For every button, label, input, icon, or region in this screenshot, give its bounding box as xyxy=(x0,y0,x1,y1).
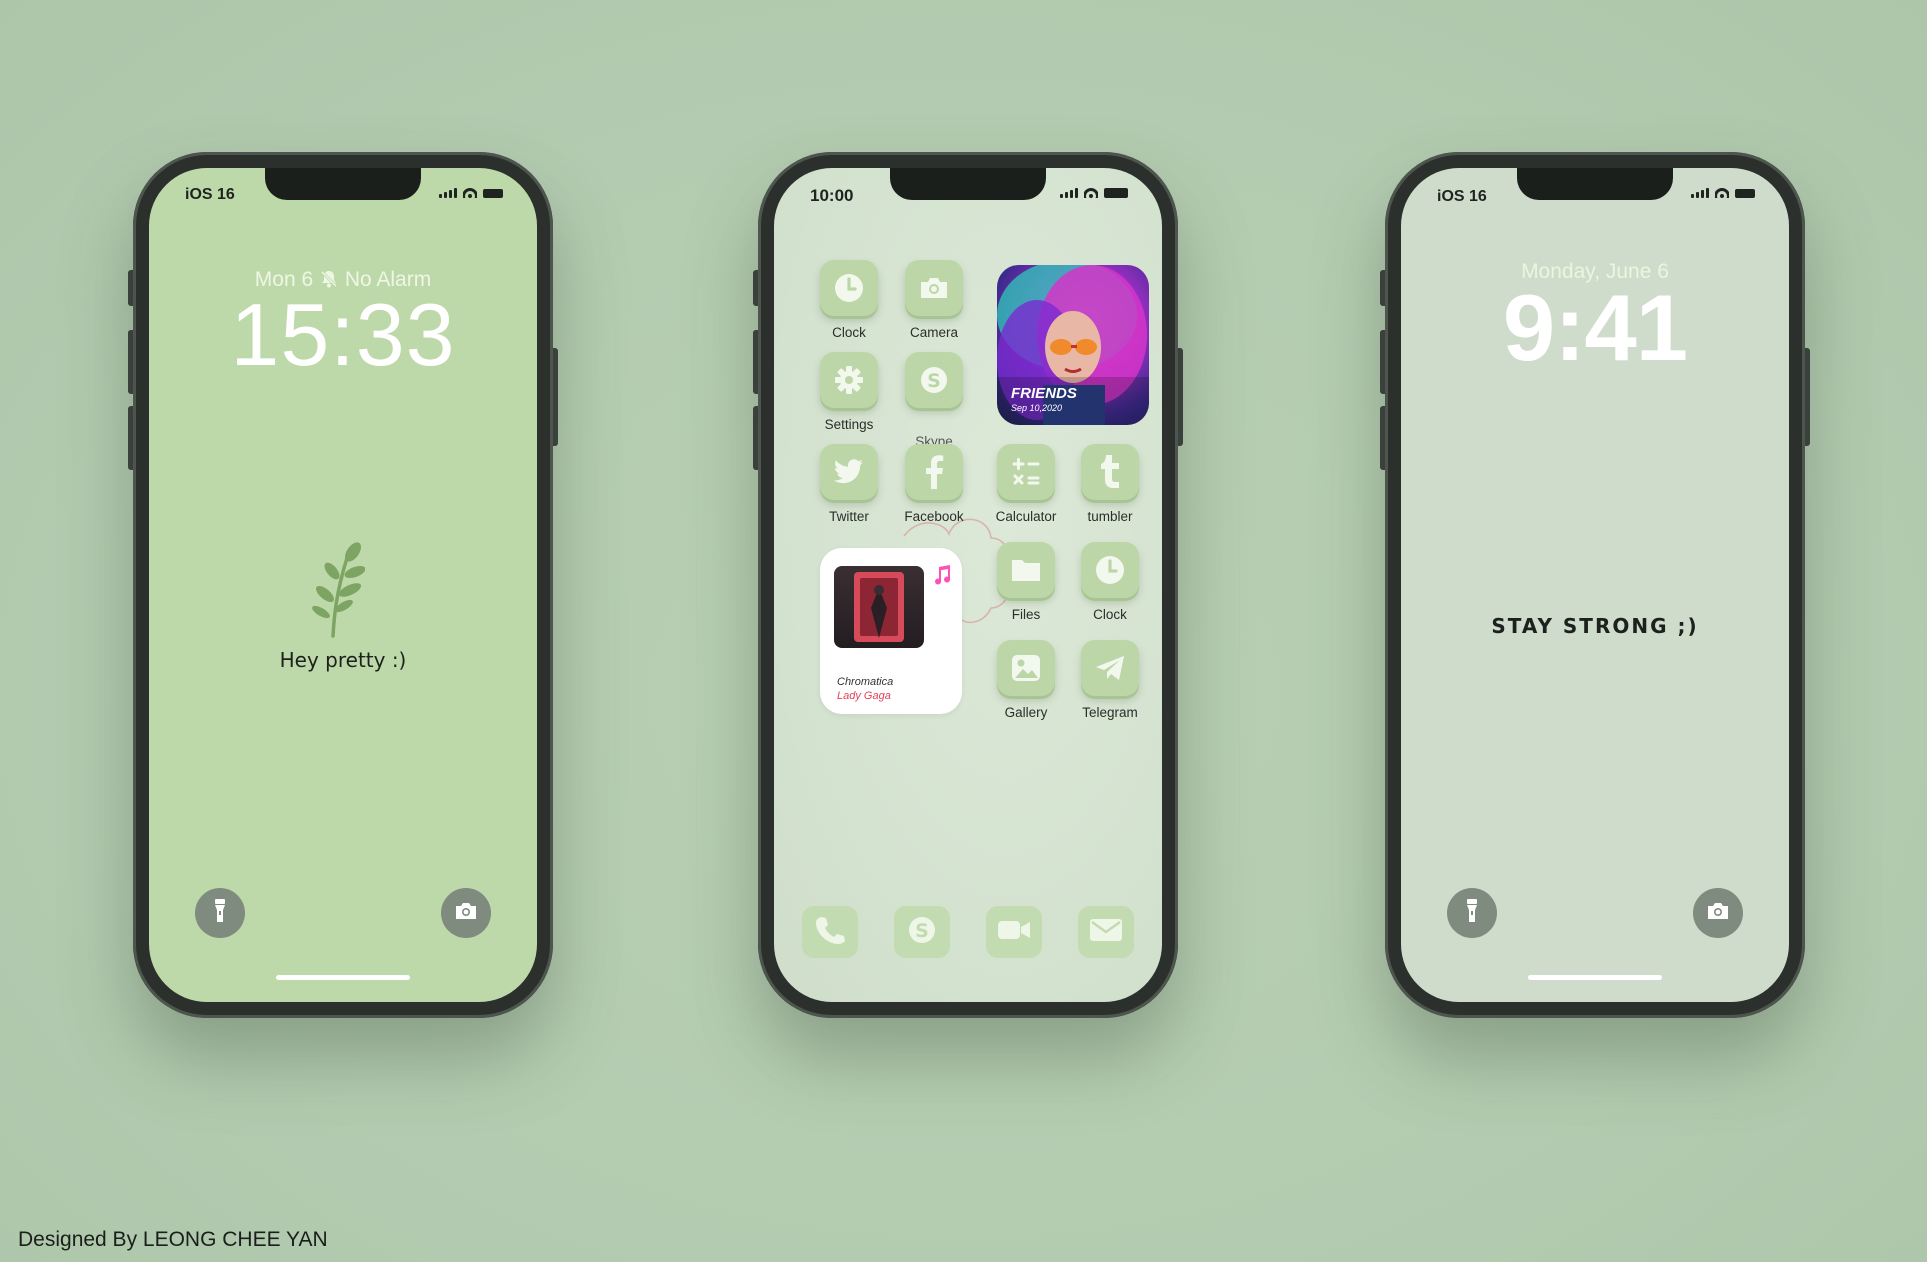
calculator-icon xyxy=(997,444,1055,500)
app-calculator[interactable]: Calculator xyxy=(996,444,1056,524)
flashlight-icon xyxy=(212,898,228,929)
dock-video[interactable] xyxy=(986,906,1042,958)
lock-screen-1: iOS 16 Mon 6 No Alarm 15:33 Hey pretty:… xyxy=(149,168,537,1002)
video-icon xyxy=(997,918,1031,947)
svg-text:S: S xyxy=(915,920,929,942)
camera-button[interactable] xyxy=(441,888,491,938)
app-label: Gallery xyxy=(1004,705,1048,720)
tumblr-icon xyxy=(1081,444,1139,500)
twitter-bird-icon xyxy=(820,444,878,500)
wifi-icon xyxy=(1715,188,1729,198)
wifi-icon xyxy=(463,188,477,198)
phone-lock-screen-2: iOS 16 Monday, June 6 9:41 STAY STRONG ;… xyxy=(1380,152,1810,1018)
app-facebook[interactable]: Facebook xyxy=(904,444,964,524)
camera-button[interactable] xyxy=(1693,888,1743,938)
app-skype[interactable]: S Skype xyxy=(904,352,964,449)
lock-message: STAY STRONG ;) xyxy=(1491,614,1699,638)
notch xyxy=(890,168,1046,200)
app-clock[interactable]: Clock xyxy=(819,260,879,340)
facebook-icon xyxy=(905,444,963,500)
app-label: Settings xyxy=(824,417,874,432)
folder-icon xyxy=(997,542,1055,598)
status-icons xyxy=(1060,188,1128,198)
app-label: Clock xyxy=(1093,607,1127,622)
dock-mail[interactable] xyxy=(1078,906,1134,958)
home-screen: 10:00 Clock Camera FRIENDS Sep 10,2020 S… xyxy=(774,168,1162,1002)
lock-message: Hey pretty :) xyxy=(279,648,407,672)
app-label: Telegram xyxy=(1082,705,1138,720)
flashlight-button[interactable] xyxy=(195,888,245,938)
battery-icon xyxy=(1104,188,1128,198)
signal-icon xyxy=(439,188,457,198)
phone-home-screen: 10:00 Clock Camera FRIENDS Sep 10,2020 S… xyxy=(753,152,1183,1018)
app-files[interactable]: Files xyxy=(996,542,1056,622)
artist-name: Lady Gaga xyxy=(837,690,891,702)
home-indicator[interactable] xyxy=(276,975,410,980)
lock-screen-2: iOS 16 Monday, June 6 9:41 STAY STRONG ;… xyxy=(1401,168,1789,1002)
signal-icon xyxy=(1691,188,1709,198)
status-icons xyxy=(1691,188,1755,198)
photo-widget-date: Sep 10,2020 xyxy=(1011,403,1063,413)
music-widget[interactable]: Chromatica Lady Gaga xyxy=(820,548,962,714)
plant-icon xyxy=(305,538,366,643)
app-clock-2[interactable]: Clock xyxy=(1080,542,1140,622)
skype-icon: S xyxy=(905,352,963,408)
camera-icon xyxy=(905,260,963,316)
clock-icon xyxy=(1081,542,1139,598)
app-gallery[interactable]: Gallery xyxy=(996,640,1056,720)
notch xyxy=(1517,168,1673,200)
app-label: Files xyxy=(1011,607,1041,622)
wifi-icon xyxy=(1084,188,1098,198)
flashlight-button[interactable] xyxy=(1447,888,1497,938)
dock-phone[interactable] xyxy=(802,906,858,958)
skype-icon: S xyxy=(906,914,938,951)
app-twitter[interactable]: Twitter xyxy=(819,444,879,524)
camera-icon xyxy=(454,902,478,925)
lock-time: 15:33 xyxy=(230,285,456,384)
music-note-icon xyxy=(932,564,952,591)
designer-credit: Designed By LEONG CHEE YAN xyxy=(18,1228,328,1251)
mail-icon xyxy=(1089,918,1123,947)
app-telegram[interactable]: Telegram xyxy=(1080,640,1140,720)
app-label: Clock xyxy=(832,325,866,340)
photo-widget[interactable]: FRIENDS Sep 10,2020 xyxy=(997,265,1149,425)
telegram-icon xyxy=(1081,640,1139,696)
photo-widget-title: FRIENDS xyxy=(1011,385,1077,402)
flashlight-icon xyxy=(1464,898,1480,929)
app-label: Twitter xyxy=(829,509,869,524)
status-icons xyxy=(439,188,503,198)
app-label: Facebook xyxy=(904,509,964,524)
battery-icon xyxy=(483,189,503,198)
album-art xyxy=(834,566,924,648)
app-camera[interactable]: Camera xyxy=(904,260,964,340)
app-label: tumbler xyxy=(1087,509,1133,524)
album-title: Chromatica xyxy=(837,676,894,688)
status-label: iOS 16 xyxy=(1437,188,1487,205)
dock-skype[interactable]: S xyxy=(894,906,950,958)
home-indicator[interactable] xyxy=(1528,975,1662,980)
svg-text:S: S xyxy=(927,370,941,392)
status-time: 10:00 xyxy=(810,186,854,205)
phone-lock-screen-1: iOS 16 Mon 6 No Alarm 15:33 Hey pretty:… xyxy=(128,152,558,1018)
signal-icon xyxy=(1060,188,1078,198)
clock-icon xyxy=(820,260,878,316)
app-label: Camera xyxy=(909,325,958,340)
gear-icon xyxy=(820,352,878,408)
lock-time: 9:41 xyxy=(1502,275,1688,380)
battery-icon xyxy=(1735,189,1755,198)
app-label: Calculator xyxy=(995,509,1057,524)
app-tumbler[interactable]: tumbler xyxy=(1080,444,1140,524)
image-icon xyxy=(997,640,1055,696)
app-settings[interactable]: Settings xyxy=(819,352,879,432)
notch xyxy=(265,168,421,200)
phone-icon xyxy=(815,915,845,950)
camera-icon xyxy=(1706,902,1730,925)
status-label: iOS 16 xyxy=(185,186,235,203)
